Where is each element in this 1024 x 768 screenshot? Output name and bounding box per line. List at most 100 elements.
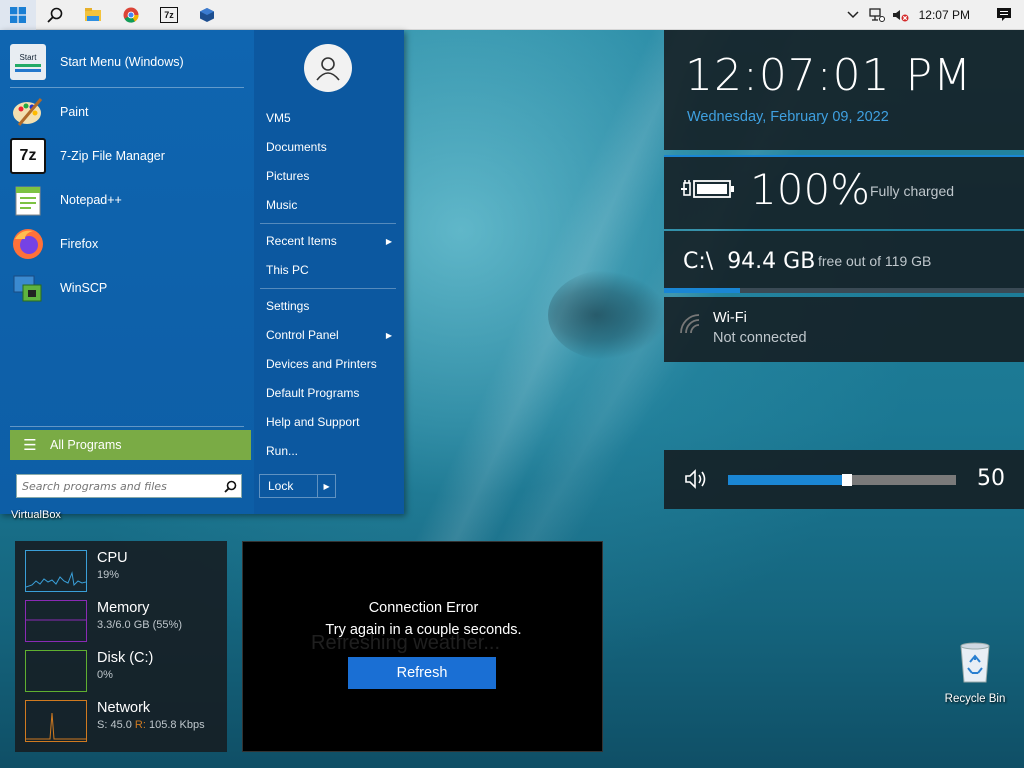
monitor-row-memory: Memory 3.3/6.0 GB (55%) <box>25 600 225 644</box>
action-center-icon[interactable] <box>984 0 1024 30</box>
wifi-icon <box>680 314 700 334</box>
battery-status: Fully charged <box>870 183 955 199</box>
app-label: 7-Zip File Manager <box>60 149 165 163</box>
disk-drive-and-free: C:\ 94.4 GB <box>683 249 816 274</box>
lock-options-arrow-icon[interactable]: ▶ <box>317 475 335 497</box>
menu-item-default-programs[interactable]: Default Programs <box>266 380 396 406</box>
app-firefox[interactable]: Firefox <box>10 224 246 264</box>
taskbar-clock[interactable]: 12:07 PM <box>913 8 984 22</box>
windows-start-button[interactable] <box>0 0 36 30</box>
network-value: S: 45.0 R: 105.8 Kbps <box>97 719 205 731</box>
weather-widget: Refreshing weather... Connection Error T… <box>242 541 603 752</box>
divider <box>260 288 396 289</box>
search-input[interactable] <box>17 476 219 496</box>
clock-time: 12:07:01 PM <box>685 50 973 101</box>
all-programs-button[interactable]: ☰ All Programs <box>10 430 251 460</box>
divider <box>10 87 244 88</box>
system-monitor-widget: CPU 19% Memory 3.3/6.0 GB (55%) Disk (C:… <box>15 541 227 752</box>
windows-logo-icon <box>10 6 26 23</box>
app-start-menu-windows[interactable]: Start Start Menu (Windows) <box>10 42 246 82</box>
desktop-icon-virtualbox-label[interactable]: VirtualBox <box>11 509 61 521</box>
app-winscp[interactable]: WinSCP <box>10 268 246 308</box>
monitor-row-disk: Disk (C:) 0% <box>25 650 225 694</box>
menu-item-run[interactable]: Run... <box>266 438 396 464</box>
paint-icon <box>10 94 46 130</box>
clock-date: Wednesday, February 09, 2022 <box>687 109 889 125</box>
submenu-arrow-icon: ▶ <box>385 236 392 246</box>
menu-item-recent-items[interactable]: Recent Items ▶ <box>266 228 396 254</box>
disk-usage-bar <box>664 288 1024 293</box>
wallpaper-diver <box>548 270 668 360</box>
search-icon[interactable] <box>219 480 241 493</box>
notepadpp-icon <box>10 182 46 218</box>
app-notepadpp[interactable]: Notepad++ <box>10 180 246 220</box>
app-label: WinSCP <box>60 281 108 295</box>
wifi-name: Wi-Fi <box>713 310 747 326</box>
folder-icon <box>85 7 101 21</box>
desktop-icon-recycle-bin[interactable]: Recycle Bin <box>938 640 1012 705</box>
battery-percent: 100% <box>750 165 871 214</box>
speaker-icon <box>685 469 706 489</box>
cpu-title: CPU <box>97 550 128 566</box>
start-menu-icon: Start <box>10 44 46 80</box>
menu-item-settings[interactable]: Settings <box>266 293 396 319</box>
taskbar: 7z 12:07 PM <box>0 0 1024 30</box>
tray-chevron-up-icon[interactable] <box>841 0 865 30</box>
user-avatar[interactable] <box>304 44 352 92</box>
taskbar-search-button[interactable] <box>36 0 74 30</box>
volume-value: 50 <box>977 466 1005 491</box>
battery-widget: 100% Fully charged <box>664 155 1024 229</box>
volume-slider[interactable] <box>728 474 956 486</box>
monitor-row-network: Network S: 45.0 R: 105.8 Kbps <box>25 700 225 744</box>
disk-total-text: free out of 119 GB <box>818 253 932 269</box>
user-icon <box>316 57 340 81</box>
taskbar-7zip[interactable]: 7z <box>150 0 188 30</box>
volume-muted-icon[interactable] <box>889 0 913 30</box>
chrome-icon <box>123 7 139 23</box>
disk-graph <box>25 650 87 692</box>
app-paint[interactable]: Paint <box>10 92 246 132</box>
network-icon[interactable] <box>865 0 889 30</box>
volume-slider-thumb[interactable] <box>842 474 852 486</box>
menu-item-vm5[interactable]: VM5 <box>266 105 396 131</box>
cpu-value: 19% <box>97 569 120 581</box>
network-graph <box>25 700 87 742</box>
7zip-icon: 7z <box>160 6 178 23</box>
divider <box>10 426 244 427</box>
taskbar-virtualbox[interactable] <box>188 0 226 30</box>
system-tray: 12:07 PM <box>841 0 1024 30</box>
volume-widget: 50 <box>664 450 1024 509</box>
menu-item-pictures[interactable]: Pictures <box>266 163 396 189</box>
disk-value: 0% <box>97 669 113 681</box>
cpu-graph <box>25 550 87 592</box>
menu-item-documents[interactable]: Documents <box>266 134 396 160</box>
app-7zip[interactable]: 7z 7-Zip File Manager <box>10 136 246 176</box>
start-menu-left-pane: Start Start Menu (Windows) Paint 7z 7-Zi… <box>0 30 254 514</box>
lock-button[interactable]: Lock ▶ <box>259 474 336 498</box>
winscp-icon <box>10 270 46 306</box>
start-menu-right-pane: VM5 Documents Pictures Music Recent Item… <box>254 30 404 514</box>
recycle-bin-icon <box>960 642 990 683</box>
weather-error-title: Connection Error <box>368 600 479 616</box>
virtualbox-icon <box>200 7 214 22</box>
menu-item-this-pc[interactable]: This PC <box>266 257 396 283</box>
app-label: Paint <box>60 105 89 119</box>
taskbar-chrome[interactable] <box>112 0 150 30</box>
start-search-box[interactable] <box>16 474 242 498</box>
menu-item-control-panel[interactable]: Control Panel ▶ <box>266 322 396 348</box>
recycle-bin-label: Recycle Bin <box>944 693 1006 705</box>
menu-item-help-support[interactable]: Help and Support <box>266 409 396 435</box>
7zip-icon: 7z <box>10 138 46 174</box>
menu-item-devices-printers[interactable]: Devices and Printers <box>266 351 396 377</box>
memory-title: Memory <box>97 600 150 616</box>
clock-widget: 12:07:01 PM Wednesday, February 09, 2022 <box>664 30 1024 150</box>
submenu-arrow-icon: ▶ <box>385 330 392 340</box>
memory-graph <box>25 600 87 642</box>
weather-refresh-button[interactable]: Refresh <box>348 657 496 689</box>
taskbar-file-explorer[interactable] <box>74 0 112 30</box>
firefox-icon <box>10 226 46 262</box>
menu-item-music[interactable]: Music <box>266 192 396 218</box>
wifi-widget: Wi-Fi Not connected <box>664 297 1024 362</box>
lock-label: Lock <box>268 479 294 493</box>
divider <box>260 223 396 224</box>
